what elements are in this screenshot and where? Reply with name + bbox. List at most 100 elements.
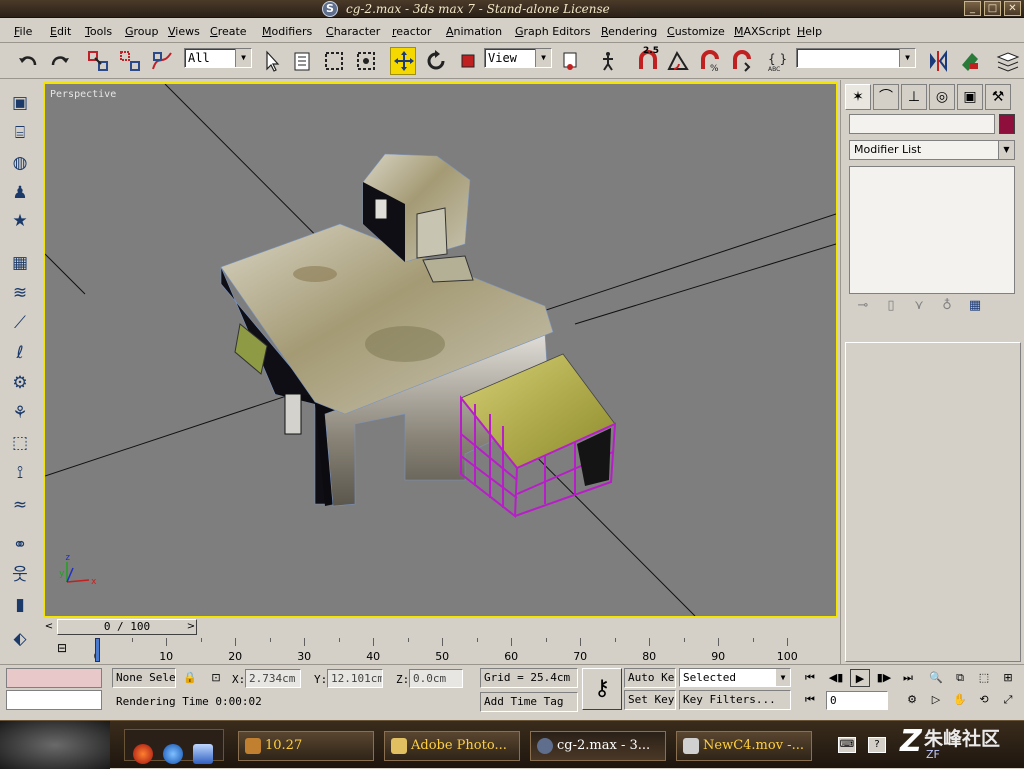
go-to-start-icon[interactable]: ⏮ bbox=[800, 669, 820, 687]
z-coordinate-field[interactable]: 0.0cm bbox=[409, 669, 463, 688]
select-and-link-icon[interactable] bbox=[84, 47, 110, 75]
angle-snap-toggle-icon[interactable] bbox=[664, 47, 690, 75]
create-box-icon[interactable]: ▣ bbox=[7, 90, 33, 116]
track-bar[interactable]: ⊟ 0102030405060708090100 bbox=[43, 638, 838, 664]
select-object-icon[interactable] bbox=[258, 47, 284, 75]
start-button[interactable] bbox=[0, 721, 110, 769]
object-name-field[interactable] bbox=[849, 114, 995, 134]
select-by-name-icon[interactable] bbox=[288, 47, 314, 75]
menu-character[interactable]: Character bbox=[326, 25, 380, 38]
create-cone-icon[interactable]: ♟ bbox=[7, 180, 33, 206]
motion-tab-icon[interactable]: ◎ bbox=[929, 84, 955, 110]
reference-coordinate-dropdown[interactable]: View ▼ bbox=[484, 48, 552, 68]
maximize-button[interactable]: □ bbox=[984, 1, 1001, 16]
play-icon[interactable]: ▶ bbox=[850, 669, 870, 687]
desktop-icon[interactable] bbox=[193, 744, 213, 764]
arc-rotate-icon[interactable]: ⟲ bbox=[974, 691, 994, 709]
go-to-end-icon[interactable]: ⏭ bbox=[898, 669, 918, 687]
taskbar-item-quicktime[interactable]: NewC4.mov -... bbox=[676, 731, 812, 761]
ripple-icon[interactable]: ≈ bbox=[7, 492, 33, 518]
create-plane-icon[interactable]: ▦ bbox=[7, 250, 33, 276]
current-frame-field[interactable]: 0 bbox=[826, 691, 888, 710]
pin-stack-icon[interactable]: ⊸ bbox=[849, 298, 877, 313]
taskbar-item-3dsmax[interactable]: cg-2.max - 3... bbox=[530, 731, 666, 761]
zoom-icon[interactable]: 🔍 bbox=[926, 669, 946, 687]
mini-curve-editor-icon[interactable]: ⊟ bbox=[57, 640, 75, 656]
next-frame-icon[interactable]: ▮▶ bbox=[874, 669, 894, 687]
pan-icon[interactable]: ✋ bbox=[950, 691, 970, 709]
helper-icon[interactable]: ⬖ bbox=[7, 626, 33, 652]
make-unique-icon[interactable]: ⋎ bbox=[905, 298, 933, 313]
mirror-icon[interactable] bbox=[924, 47, 950, 75]
y-coordinate-field[interactable]: 12.101cm bbox=[327, 669, 383, 688]
close-button[interactable]: ✕ bbox=[1004, 1, 1021, 16]
taskbar-item-folder[interactable]: 10.27 bbox=[238, 731, 374, 761]
add-time-tag-button[interactable]: Add Time Tag bbox=[480, 692, 578, 712]
selection-filter-dropdown[interactable]: All ▼ bbox=[184, 48, 252, 68]
edit-named-selection-icon[interactable]: { } ABC bbox=[764, 47, 790, 75]
maximize-viewport-icon[interactable]: ⤢ bbox=[998, 691, 1018, 709]
internet-explorer-icon[interactable] bbox=[163, 744, 183, 764]
menu-maxscript[interactable]: MAXScript bbox=[734, 25, 790, 38]
current-time-marker[interactable] bbox=[95, 638, 100, 662]
zoom-extents-all-icon[interactable]: ⊞ bbox=[998, 669, 1018, 687]
menu-edit[interactable]: Edit bbox=[50, 25, 71, 38]
key-filters-button[interactable]: Key Filters... bbox=[679, 690, 791, 710]
deflector-icon[interactable]: ⬚ bbox=[7, 430, 33, 456]
create-star-icon[interactable]: ★ bbox=[7, 208, 33, 234]
create-sphere-icon[interactable]: ◍ bbox=[7, 150, 33, 176]
previous-frame-icon[interactable]: ◀▮ bbox=[826, 669, 846, 687]
align-icon[interactable] bbox=[956, 47, 982, 75]
show-end-result-icon[interactable]: ▯ bbox=[877, 298, 905, 313]
zoom-all-icon[interactable]: ⧉ bbox=[950, 669, 970, 687]
3dsmax-app-icon[interactable]: S bbox=[322, 1, 338, 17]
named-selection-dropdown[interactable]: ▼ bbox=[796, 48, 916, 68]
bone-icon[interactable]: ▮ bbox=[7, 592, 33, 618]
time-configuration-icon[interactable]: ⚙ bbox=[902, 691, 922, 709]
perspective-viewport[interactable]: Perspective x y z bbox=[43, 82, 838, 618]
menu-modifiers[interactable]: Modifiers bbox=[262, 25, 312, 38]
spinner-snap-toggle-icon[interactable] bbox=[728, 47, 754, 75]
percent-snap-toggle-icon[interactable]: % bbox=[696, 47, 722, 75]
redo-button[interactable] bbox=[46, 47, 72, 75]
field-of-view-icon[interactable]: ▷ bbox=[926, 691, 946, 709]
minimize-button[interactable]: _ bbox=[964, 1, 981, 16]
create-tube-icon[interactable]: ⟋ bbox=[7, 310, 33, 336]
select-and-scale-icon[interactable] bbox=[454, 47, 480, 75]
prev-frame-icon[interactable]: < bbox=[43, 619, 55, 635]
modifier-stack-list[interactable] bbox=[849, 166, 1015, 294]
select-and-rotate-icon[interactable] bbox=[422, 47, 448, 75]
snaps-toggle-icon[interactable]: 2.5 bbox=[634, 46, 660, 75]
bend-modifier-icon[interactable]: ℓ bbox=[7, 340, 33, 366]
next-frame-icon[interactable]: > bbox=[185, 619, 197, 635]
display-tab-icon[interactable]: ▣ bbox=[957, 84, 983, 110]
create-cylinder-icon[interactable]: ⌸ bbox=[7, 120, 33, 146]
key-mode-dropdown[interactable]: Selected ▼ bbox=[679, 668, 791, 687]
menu-rendering[interactable]: Rendering bbox=[601, 25, 657, 38]
menu-graph-editors[interactable]: Graph Editors bbox=[515, 25, 591, 38]
menu-create[interactable]: Create bbox=[210, 25, 247, 38]
biped-icon[interactable]: 웃 bbox=[7, 562, 33, 588]
browser-icon[interactable] bbox=[133, 744, 153, 764]
modify-tab-icon[interactable]: ⌒ bbox=[873, 84, 899, 110]
maxscript-output-mini[interactable] bbox=[6, 690, 102, 710]
menu-group[interactable]: Group bbox=[125, 25, 159, 38]
auto-key-button[interactable]: Auto Key bbox=[624, 668, 676, 688]
bind-to-space-warp-icon[interactable] bbox=[148, 47, 174, 75]
wind-icon[interactable]: ⚘ bbox=[7, 400, 33, 426]
menu-customize[interactable]: Customize bbox=[667, 25, 725, 38]
maxscript-listener-mini[interactable] bbox=[6, 668, 102, 688]
create-tab-icon[interactable]: ✶ bbox=[845, 84, 871, 110]
time-slider-thumb[interactable]: 0 / 100 bbox=[57, 619, 197, 635]
window-crossing-icon[interactable] bbox=[352, 47, 378, 75]
key-mode-toggle-icon[interactable]: ⏮ bbox=[800, 691, 820, 709]
menu-help[interactable]: Help bbox=[797, 25, 822, 38]
layer-manager-icon[interactable] bbox=[994, 47, 1020, 75]
object-color-swatch[interactable] bbox=[999, 114, 1015, 134]
set-key-button[interactable]: Set Key bbox=[624, 690, 676, 710]
utilities-tab-icon[interactable]: ⚒ bbox=[985, 84, 1011, 110]
undo-button[interactable] bbox=[14, 47, 40, 75]
taskbar-item-photoshop[interactable]: Adobe Photo... bbox=[384, 731, 520, 761]
hierarchy-tab-icon[interactable]: ⊥ bbox=[901, 84, 927, 110]
select-and-manipulate-icon[interactable] bbox=[594, 47, 620, 75]
